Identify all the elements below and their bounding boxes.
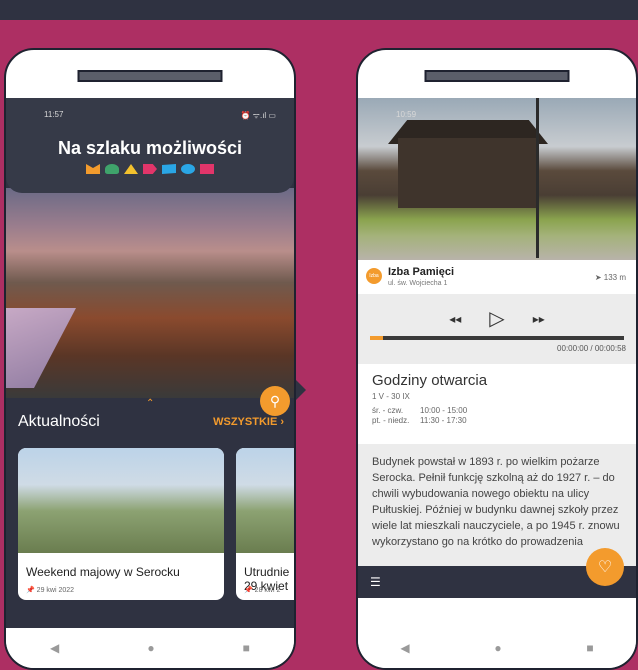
back-button[interactable]: ◀ — [400, 641, 409, 655]
see-all-link[interactable]: WSZYSTKIE › — [213, 416, 284, 428]
top-bar — [0, 0, 638, 20]
place-info-bar: Izba Izba Pamięci ul. św. Wojciecha 1 ➤ … — [358, 260, 636, 295]
flag-icon — [162, 164, 176, 174]
audio-time: 00:00:00 / 00:00:58 — [557, 344, 626, 353]
play-icon[interactable]: ▷ — [489, 306, 504, 331]
phone-right: 10:59 Izba Izba Pamięci ul. św. Wojciech… — [356, 48, 638, 670]
book-icon — [200, 164, 214, 174]
chevron-up-icon[interactable]: ⌃ — [146, 398, 154, 409]
search-fab-button[interactable]: ⚲ — [260, 386, 290, 416]
house — [398, 138, 538, 208]
status-time: 11:57 — [44, 110, 64, 119]
status-bar: 11:57 ⏰ ᯤ.ıl ▭ — [6, 110, 294, 124]
river-area — [6, 308, 76, 388]
heart-icon: ♡ — [597, 559, 613, 576]
menu-icon[interactable]: ☰ — [370, 575, 381, 589]
app-title: Na szlaku możliwości — [57, 138, 243, 158]
place-name: Izba Pamięci — [388, 266, 455, 278]
app-header: 11:57 ⏰ ᯤ.ıl ▭ Na szlaku możliwości — [6, 98, 294, 193]
favorite-fab-button[interactable]: ♡ — [586, 548, 624, 586]
opening-hours: Godziny otwarcia 1 V - 30 IX śr. - czw. 1… — [358, 364, 636, 444]
triangle-icon — [124, 164, 138, 174]
hours-heading: Godziny otwarcia — [372, 372, 488, 389]
home-button[interactable]: ● — [494, 641, 501, 655]
arrow-shape-icon — [143, 164, 157, 174]
news-card-title: Weekend majowy w Serocku — [26, 565, 180, 579]
place-photo: 10:59 — [358, 98, 636, 260]
back-button[interactable]: ◀ — [50, 641, 59, 655]
hours-row: pt. - niedz. 11:30 - 17:30 — [372, 416, 467, 425]
hours-row: śr. - czw. 10:00 - 15:00 — [372, 406, 468, 415]
news-header: Aktualności WSZYSTKIE › — [18, 413, 284, 431]
shape-icon — [86, 164, 100, 174]
search-icon: ⚲ — [269, 392, 281, 409]
speaker-grille — [424, 70, 570, 82]
forward-icon[interactable]: ▸▸ — [533, 312, 545, 326]
connector-arrow — [296, 380, 306, 400]
system-nav-bar: ◀ ● ■ — [6, 628, 294, 668]
logo-shapes — [6, 164, 294, 174]
gear-shape-icon — [181, 164, 195, 174]
news-card-date: 📌 29 kwi 2022 — [26, 587, 75, 594]
system-nav-bar: ◀ ● ■ — [358, 628, 636, 668]
audio-player: ◂◂ ▷ ▸▸ 00:00:00 / 00:00:58 — [358, 294, 636, 364]
status-time: 10:59 — [396, 110, 417, 119]
news-card-date: 📌 28 kwi 2 — [244, 587, 281, 594]
rewind-icon[interactable]: ◂◂ — [449, 312, 461, 326]
home-button[interactable]: ● — [147, 641, 154, 655]
status-icons: ⏰ ᯤ.ıl ▭ — [240, 111, 277, 120]
news-card[interactable]: Weekend majowy w Serocku 📌 29 kwi 2022 — [18, 448, 224, 600]
aerial-photo — [6, 188, 294, 398]
phone-left: 11:57 ⏰ ᯤ.ıl ▭ Na szlaku możliwości ⚲ ⌃ … — [4, 48, 296, 670]
speaker-grille — [77, 70, 223, 82]
hours-range: 1 V - 30 IX — [372, 392, 410, 401]
status-bar: 10:59 — [358, 110, 636, 124]
news-card-image — [18, 448, 224, 553]
news-heading: Aktualności — [18, 413, 100, 430]
place-address: ul. św. Wojciecha 1 — [388, 280, 448, 287]
player-controls: ◂◂ ▷ ▸▸ — [358, 306, 636, 331]
home-screen: 11:57 ⏰ ᯤ.ıl ▭ Na szlaku możliwości ⚲ ⌃ … — [6, 98, 294, 628]
recents-button[interactable]: ■ — [586, 641, 593, 655]
recents-button[interactable]: ■ — [243, 641, 250, 655]
progress-fill — [370, 336, 383, 340]
news-card-image — [236, 448, 294, 553]
place-pin-icon: Izba — [366, 268, 382, 284]
progress-track[interactable] — [370, 336, 624, 340]
person-icon — [105, 164, 119, 174]
place-distance[interactable]: ➤ 133 m — [595, 273, 626, 282]
detail-screen: 10:59 Izba Izba Pamięci ul. św. Wojciech… — [358, 98, 636, 628]
news-card[interactable]: Utrudnie 29 kwiet 📌 28 kwi 2 — [236, 448, 294, 600]
